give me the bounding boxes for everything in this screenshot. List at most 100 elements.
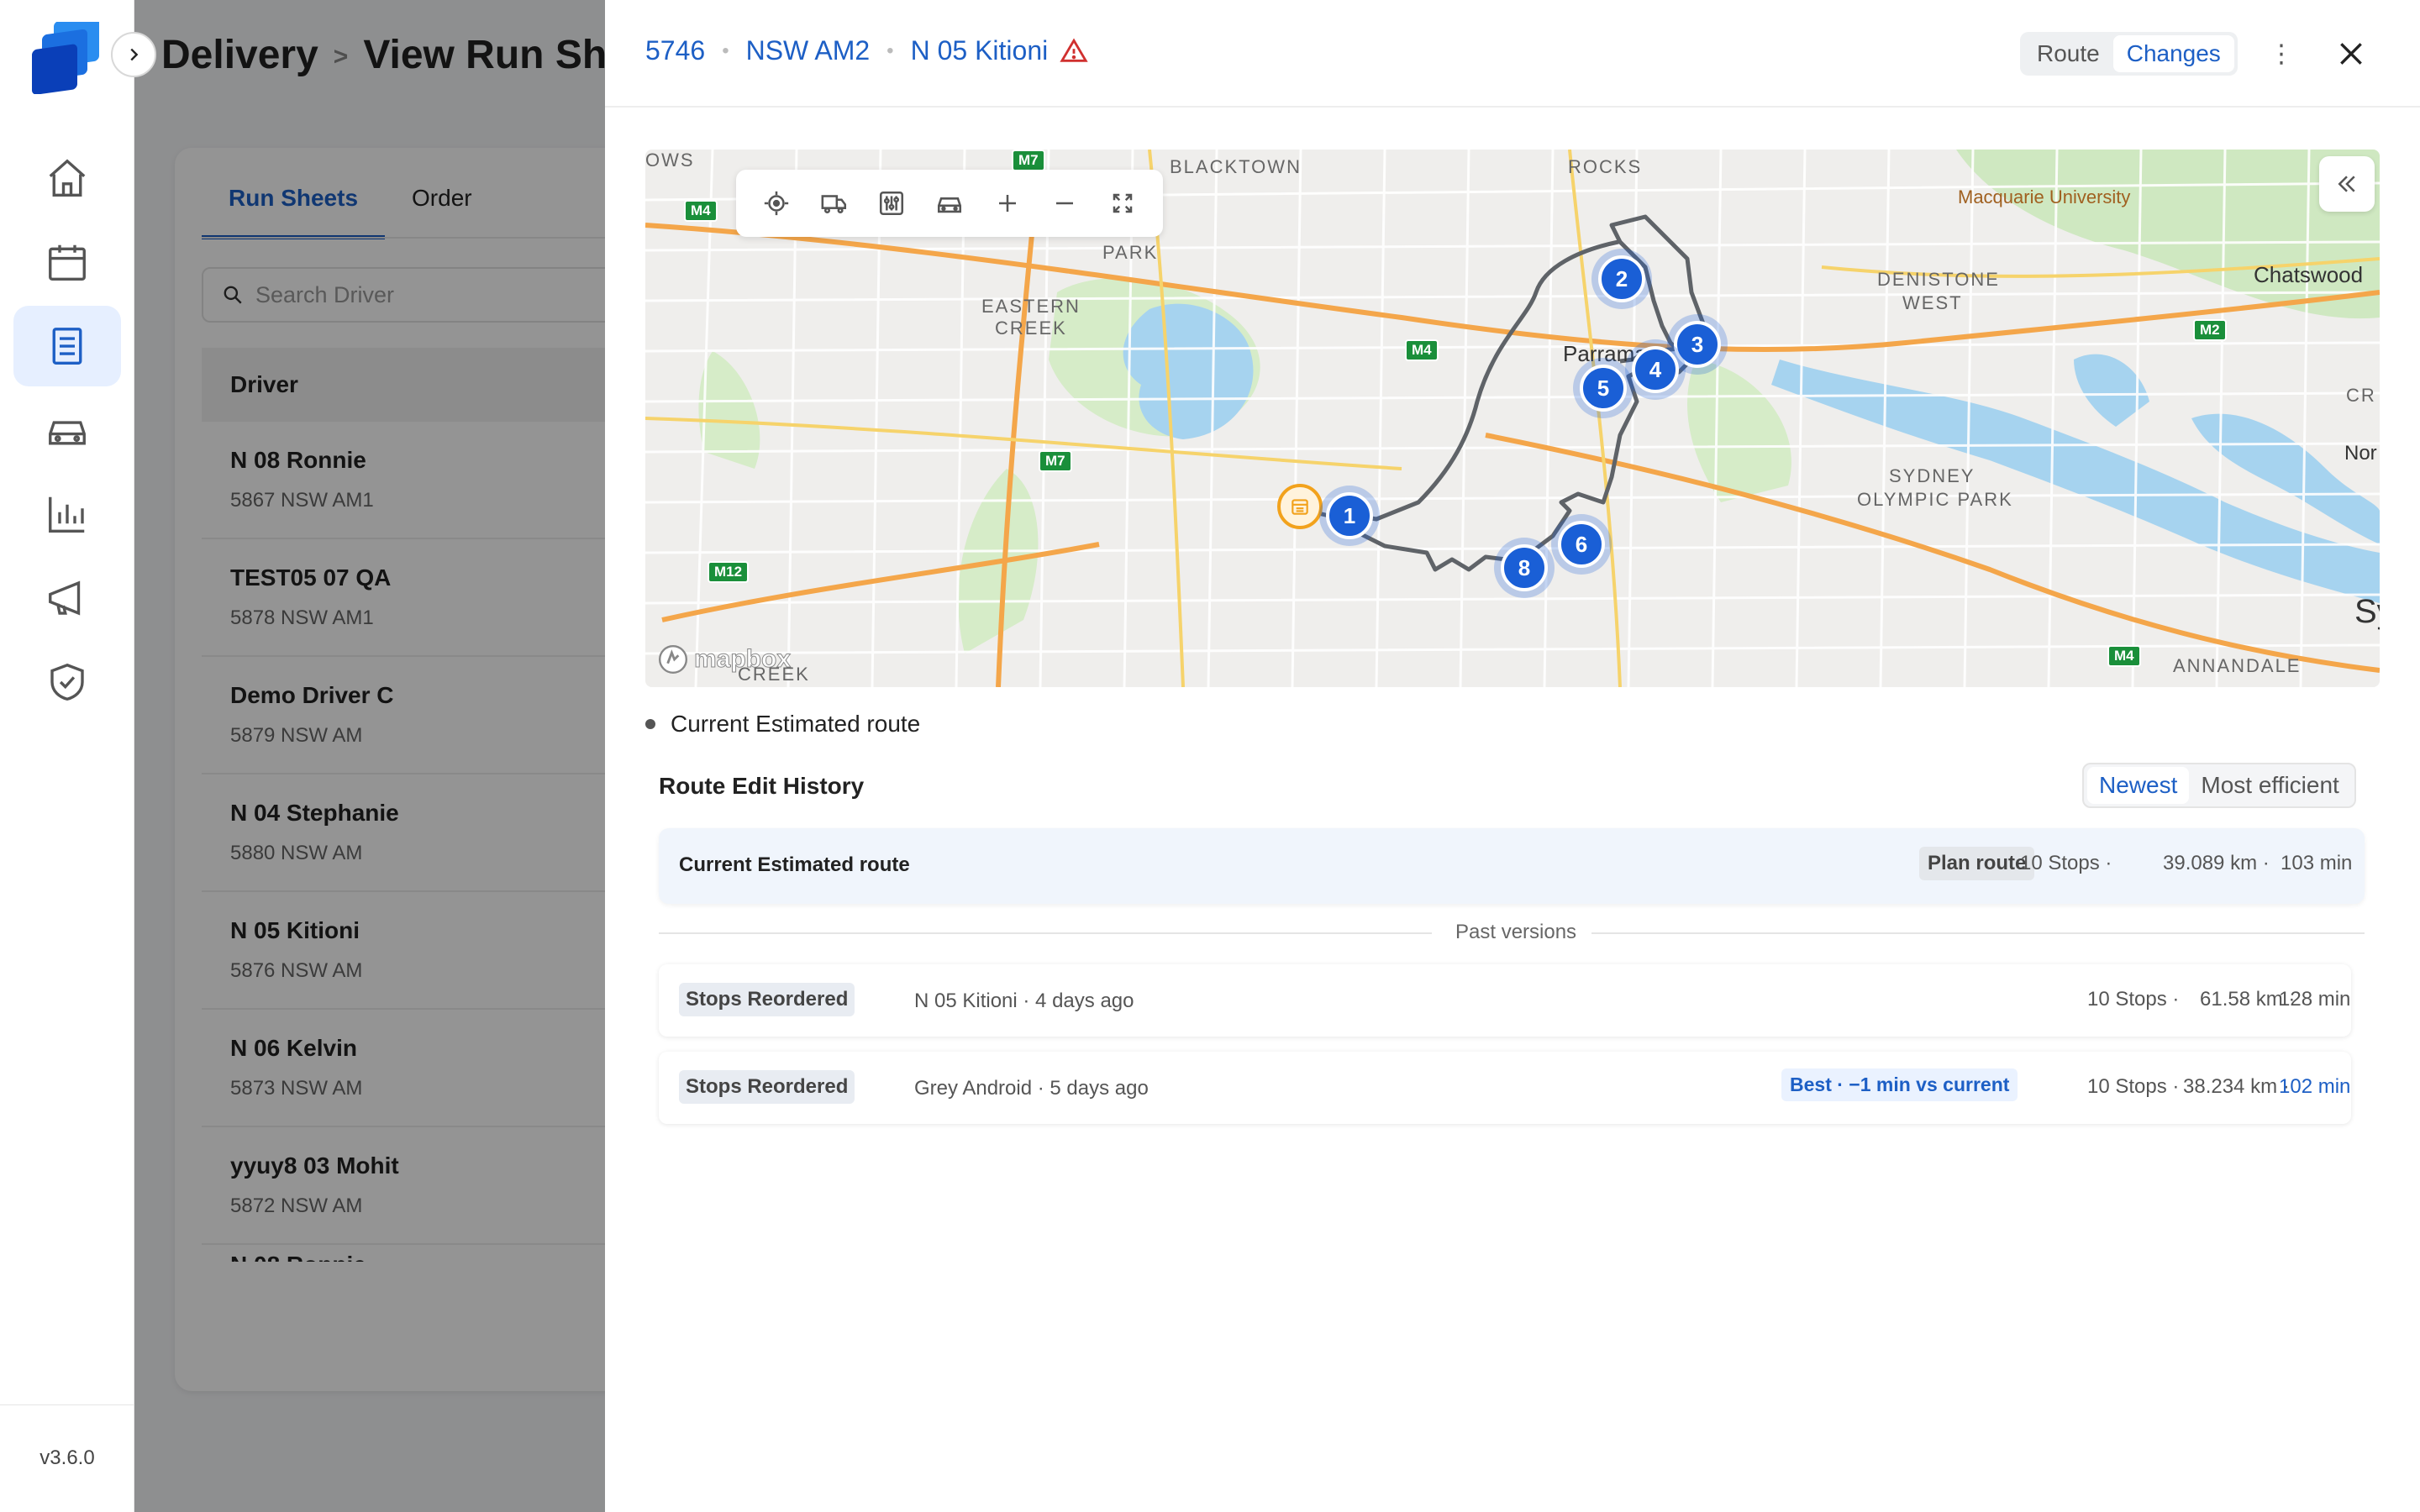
- warning-icon[interactable]: [1060, 37, 1088, 66]
- chevron-right-icon: [130, 48, 139, 61]
- map-label: OLYMPIC PARK: [1857, 489, 2013, 510]
- route-distance: 38.234 km ·: [2183, 1075, 2290, 1098]
- car-icon[interactable]: [931, 185, 968, 222]
- motorway-shield: M2: [2193, 319, 2227, 341]
- map-label: CREEK: [995, 318, 1067, 339]
- stop-marker[interactable]: 5: [1580, 365, 1627, 412]
- nav-compliance-button[interactable]: [13, 642, 121, 722]
- vehicle-icon: [49, 421, 86, 445]
- filter-sliders-icon[interactable]: [873, 185, 910, 222]
- stop-marker[interactable]: 1: [1326, 492, 1373, 539]
- map-label: Nor: [2344, 442, 2377, 465]
- zoom-in-icon[interactable]: [989, 185, 1026, 222]
- nav-announcements-button[interactable]: [13, 558, 121, 638]
- map-label: SYDNEY: [1889, 465, 1975, 486]
- route-distance: 39.089 km ·: [2163, 852, 2270, 874]
- map-label: DENISTONE: [1877, 269, 2000, 290]
- nav-calendar-button[interactable]: [13, 222, 121, 302]
- zoom-out-icon[interactable]: [1046, 185, 1083, 222]
- announcement-icon: [49, 580, 81, 616]
- motorway-shield: M12: [708, 561, 750, 583]
- truck-icon[interactable]: [816, 185, 853, 222]
- view-toggle: Route Changes: [2020, 32, 2238, 76]
- reports-icon: [49, 496, 85, 533]
- map-label: Sy: [2354, 593, 2380, 630]
- motorway-shield: M4: [1405, 339, 1439, 361]
- stop-marker[interactable]: 6: [1558, 521, 1605, 568]
- app-version: v3.6.0: [39, 1446, 95, 1469]
- stops-count: 10 Stops ·: [2020, 852, 2112, 874]
- mapbox-attribution[interactable]: mapbox: [657, 643, 792, 675]
- home-icon: [49, 159, 86, 197]
- rail-divider: [0, 1404, 134, 1405]
- locate-icon[interactable]: [758, 185, 795, 222]
- past-versions-label: Past versions: [1455, 921, 1577, 943]
- nav-reports-button[interactable]: [13, 474, 121, 554]
- fullscreen-icon[interactable]: [1104, 185, 1141, 222]
- title-separator: •: [722, 39, 729, 62]
- run-name: NSW AM2: [745, 35, 871, 66]
- close-icon[interactable]: [2334, 37, 2368, 71]
- motorway-shield: M4: [684, 200, 718, 222]
- route-edit-history-title: Route Edit History: [659, 773, 865, 799]
- stops-count: 10 Stops ·: [2087, 1075, 2180, 1098]
- more-options-icon[interactable]: ⋮: [2269, 37, 2294, 71]
- chevrons-left-icon: [2338, 176, 2355, 192]
- driver-name: N 05 Kitioni: [910, 35, 1049, 66]
- past-versions-divider: Past versions: [659, 921, 2365, 943]
- shield-check-icon: [50, 663, 84, 701]
- nav-home-button[interactable]: [13, 138, 121, 218]
- stop-marker[interactable]: 2: [1598, 255, 1645, 302]
- stop-marker[interactable]: 4: [1632, 346, 1679, 393]
- stops-count: 10 Stops ·: [2087, 988, 2180, 1011]
- sort-most-efficient[interactable]: Most efficient: [2189, 767, 2350, 804]
- nav-vehicle-button[interactable]: [13, 390, 121, 470]
- nav-runsheet-button[interactable]: [13, 306, 121, 386]
- map-label: ROCKS: [1568, 156, 1643, 177]
- route-duration: 102 min: [2279, 1075, 2351, 1098]
- motorway-shield: M7: [1012, 150, 1045, 171]
- route-duration: 103 min: [2281, 852, 2353, 874]
- toggle-changes[interactable]: Changes: [2112, 35, 2234, 72]
- toggle-route[interactable]: Route: [2023, 35, 2113, 72]
- expand-sidebar-button[interactable]: [111, 32, 156, 77]
- modal-overlay[interactable]: [134, 0, 605, 1512]
- map-label: EASTERN: [981, 296, 1081, 317]
- motorway-shield: M4: [2107, 645, 2141, 667]
- motorway-shield: M7: [1039, 450, 1072, 472]
- title-separator: •: [886, 39, 894, 62]
- collapse-panel-button[interactable]: [2319, 156, 2375, 212]
- map-label: WEST: [1902, 292, 1963, 313]
- legend-label: Current Estimated route: [671, 711, 921, 737]
- map-toolbar: [736, 170, 1163, 237]
- divider-line: [659, 932, 1432, 934]
- stop-marker[interactable]: 8: [1501, 544, 1548, 591]
- version-row[interactable]: Stops Reordered Grey Android · 5 days ag…: [659, 1052, 2351, 1124]
- version-author: Grey Android · 5 days ago: [914, 1077, 1149, 1100]
- sidebar: v3.6.0: [0, 0, 134, 1512]
- sort-newest[interactable]: Newest: [2087, 767, 2190, 804]
- drawer-title: 5746 • NSW AM2 • N 05 Kitioni: [645, 35, 1088, 66]
- map-label: PARK: [1102, 242, 1159, 263]
- warehouse-icon: [1292, 499, 1308, 515]
- route-duration: 128 min: [2279, 988, 2351, 1011]
- route-map[interactable]: OWS BLACKTOWN ROCKS Macquarie University…: [645, 150, 2380, 687]
- best-version-badge: Best · −1 min vs current: [1781, 1068, 2018, 1101]
- stop-marker[interactable]: 3: [1674, 321, 1721, 368]
- plan-route-button[interactable]: Plan route: [1919, 847, 2035, 880]
- runsheet-icon: [52, 328, 82, 365]
- version-row[interactable]: Stops Reordered N 05 Kitioni · 4 days ag…: [659, 964, 2351, 1037]
- map-label: ANNANDALE: [2173, 655, 2302, 676]
- depot-marker[interactable]: [1277, 484, 1323, 529]
- map-label: Macquarie University: [1958, 186, 2131, 207]
- version-author: N 05 Kitioni · 4 days ago: [914, 990, 1134, 1012]
- map-label: BLACKTOWN: [1170, 156, 1302, 177]
- version-type-badge: Stops Reordered: [679, 1070, 855, 1104]
- app-logo[interactable]: [29, 15, 106, 95]
- calendar-icon: [49, 244, 86, 281]
- drawer-header: 5746 • NSW AM2 • N 05 Kitioni Route Chan…: [605, 0, 2420, 108]
- legend-bullet: [645, 719, 655, 729]
- run-sheet-id: 5746: [645, 35, 706, 66]
- current-route-row[interactable]: Current Estimated route Plan route 10 St…: [659, 828, 2365, 904]
- map-label: OWS: [645, 150, 695, 171]
